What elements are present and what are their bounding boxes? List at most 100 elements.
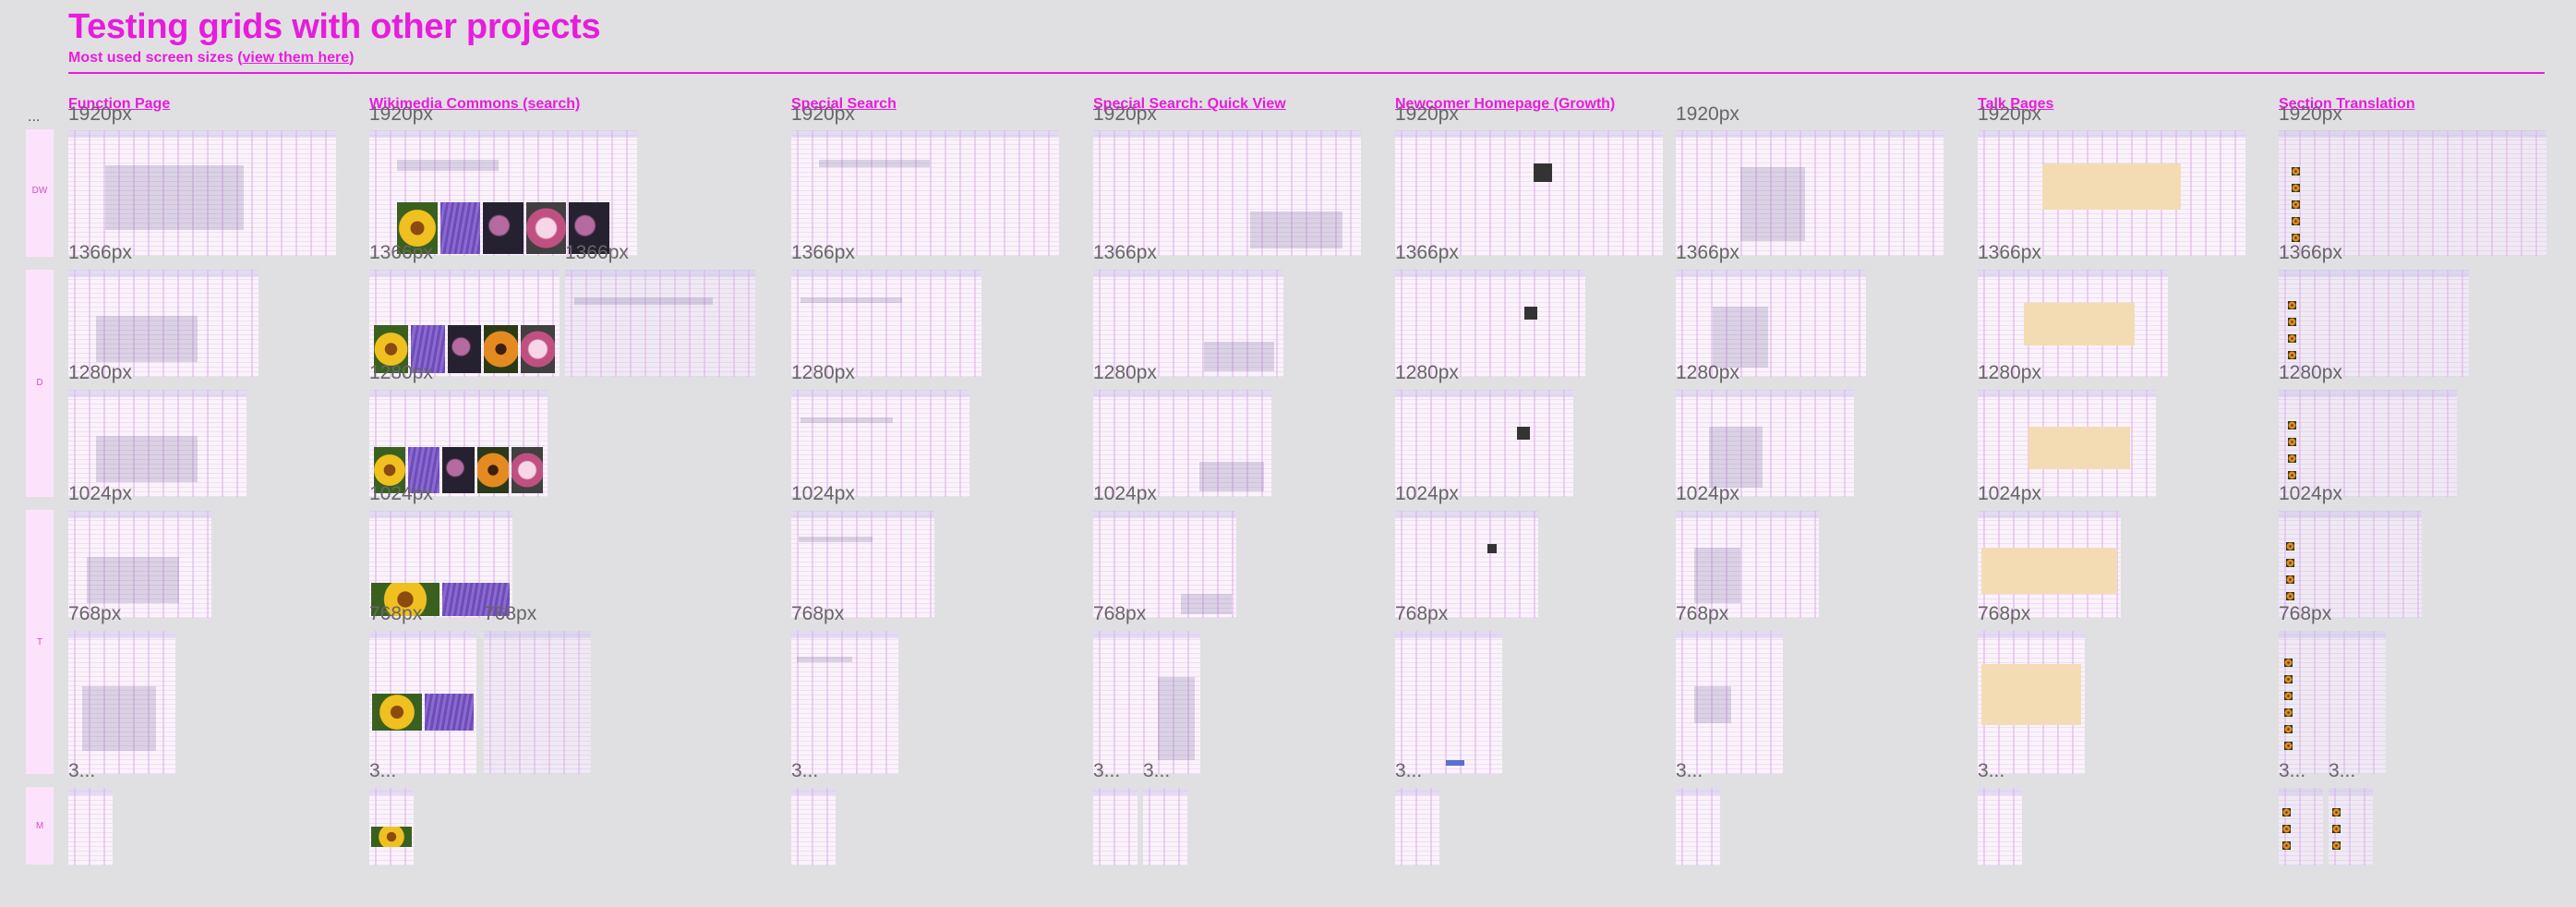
row-label-d: D — [36, 378, 43, 388]
size-label: 1024px — [369, 483, 433, 504]
view-sizes-link[interactable]: view them here — [243, 50, 350, 66]
size-label: 3... — [1395, 760, 1423, 781]
talk-pages-768-thumb[interactable] — [1978, 631, 2085, 774]
size-label: 1280px — [791, 362, 855, 383]
section-translation-1920-thumb[interactable] — [2279, 130, 2546, 256]
size-label: 768px — [1093, 603, 1147, 624]
special-search-1024-thumb[interactable] — [791, 511, 934, 618]
size-label: 1366px — [369, 242, 433, 263]
section-translation-mobile-thumb[interactable] — [2279, 788, 2323, 865]
size-label: 1280px — [1395, 362, 1459, 383]
section-translation-1280-thumb[interactable] — [2279, 390, 2457, 497]
commons-1280-thumb[interactable] — [369, 390, 548, 497]
size-label: 1366px — [565, 242, 629, 263]
newcomer-1920-thumb[interactable] — [1395, 130, 1663, 256]
growth-variant-1920-thumb[interactable] — [1676, 130, 1944, 256]
special-search-1920-thumb[interactable] — [791, 130, 1059, 256]
size-label: 1366px — [68, 242, 132, 263]
size-label: 1920px — [1395, 103, 1459, 125]
quick-view-1366-thumb[interactable] — [1093, 270, 1283, 377]
commons-1920-thumb[interactable] — [369, 130, 637, 256]
size-label: 3... — [2279, 760, 2306, 781]
row-label-dw: DW — [31, 186, 48, 196]
commons-mobile-thumb[interactable] — [369, 788, 414, 865]
size-label: 768px — [1395, 603, 1449, 624]
page-subtitle: Most used screen sizes (view them here) — [68, 50, 354, 67]
row-label-m: M — [35, 821, 44, 831]
function-page-1280-thumb[interactable] — [68, 390, 247, 497]
size-label: 1366px — [2279, 242, 2342, 263]
size-label: 1024px — [1395, 483, 1459, 504]
growth-variant-1024-thumb[interactable] — [1676, 511, 1819, 618]
function-page-768-thumb[interactable] — [68, 631, 175, 774]
newcomer-mobile-thumb[interactable] — [1395, 788, 1439, 865]
talk-pages-1920-thumb[interactable] — [1978, 130, 2245, 256]
newcomer-1280-thumb[interactable] — [1395, 390, 1573, 497]
function-page-1366-thumb[interactable] — [68, 270, 259, 377]
talk-pages-1366-thumb[interactable] — [1978, 270, 2168, 377]
size-label: 1366px — [1676, 242, 1739, 263]
special-search-768-thumb[interactable] — [791, 631, 898, 774]
growth-variant-1280-thumb[interactable] — [1676, 390, 1854, 497]
growth-variant-mobile-thumb[interactable] — [1676, 788, 1720, 865]
row-label-t: T — [36, 637, 43, 647]
function-page-1024-thumb[interactable] — [68, 511, 211, 618]
size-label: 1280px — [1093, 362, 1157, 383]
size-label: 1920px — [68, 103, 132, 125]
section-translation-1024-thumb[interactable] — [2279, 511, 2422, 618]
function-page-1920-thumb[interactable] — [68, 130, 336, 256]
section-translation-768-thumb[interactable] — [2279, 631, 2386, 774]
size-label: 1280px — [1978, 362, 2041, 383]
growth-variant-768-thumb[interactable] — [1676, 631, 1783, 774]
commons-768-thumb[interactable] — [369, 631, 476, 774]
size-label: 768px — [1978, 603, 2031, 624]
size-label: 768px — [791, 603, 845, 624]
section-translation-1366-thumb[interactable] — [2279, 270, 2469, 377]
size-label: 1024px — [68, 483, 132, 504]
special-search-1366-thumb[interactable] — [791, 270, 981, 377]
size-label: 1280px — [1676, 362, 1739, 383]
size-label: 1024px — [791, 483, 855, 504]
function-page-mobile-thumb[interactable] — [68, 788, 113, 865]
commons-768-alt-thumb[interactable] — [484, 631, 591, 774]
header-divider — [68, 72, 2545, 74]
size-label: 1920px — [369, 103, 433, 125]
quick-view-mobile-alt-thumb[interactable] — [1143, 788, 1187, 865]
special-search-1280-thumb[interactable] — [791, 390, 969, 497]
commons-1366-thumb[interactable] — [369, 270, 560, 377]
subtitle-prefix: Most used screen sizes ( — [68, 50, 243, 66]
size-label: 1024px — [1978, 483, 2041, 504]
quick-view-mobile-thumb[interactable] — [1093, 788, 1138, 865]
newcomer-768-thumb[interactable] — [1395, 631, 1502, 774]
page-title: Testing grids with other projects — [68, 7, 601, 46]
size-label: 1280px — [369, 362, 433, 383]
size-label: 768px — [2279, 603, 2332, 624]
more-ellipsis[interactable]: ... — [28, 109, 40, 126]
size-label: 3... — [791, 760, 819, 781]
quick-view-1920-thumb[interactable] — [1093, 130, 1361, 256]
size-label: 768px — [1676, 603, 1729, 624]
size-label: 1920px — [1978, 103, 2041, 125]
size-label: 3... — [369, 760, 397, 781]
quick-view-1024-thumb[interactable] — [1093, 511, 1236, 618]
size-label: 1366px — [1978, 242, 2041, 263]
size-label: 1920px — [791, 103, 855, 125]
talk-pages-1024-thumb[interactable] — [1978, 511, 2121, 618]
size-label: 1280px — [2279, 362, 2342, 383]
commons-1366-alt-thumb[interactable] — [565, 270, 755, 377]
size-label: 768px — [369, 603, 423, 624]
size-label: 768px — [68, 603, 122, 624]
newcomer-1366-thumb[interactable] — [1395, 270, 1585, 377]
quick-view-768-thumb[interactable] — [1093, 631, 1200, 774]
section-translation-mobile-alt-thumb[interactable] — [2329, 788, 2373, 865]
talk-pages-1280-thumb[interactable] — [1978, 390, 2156, 497]
size-label: 1366px — [791, 242, 855, 263]
growth-variant-1366-thumb[interactable] — [1676, 270, 1866, 377]
size-label: 1366px — [1395, 242, 1459, 263]
newcomer-1024-thumb[interactable] — [1395, 511, 1538, 618]
commons-1024-thumb[interactable] — [369, 511, 512, 618]
special-search-mobile-thumb[interactable] — [791, 788, 836, 865]
talk-pages-mobile-thumb[interactable] — [1978, 788, 2022, 865]
size-label: 1920px — [2279, 103, 2342, 125]
quick-view-1280-thumb[interactable] — [1093, 390, 1271, 497]
